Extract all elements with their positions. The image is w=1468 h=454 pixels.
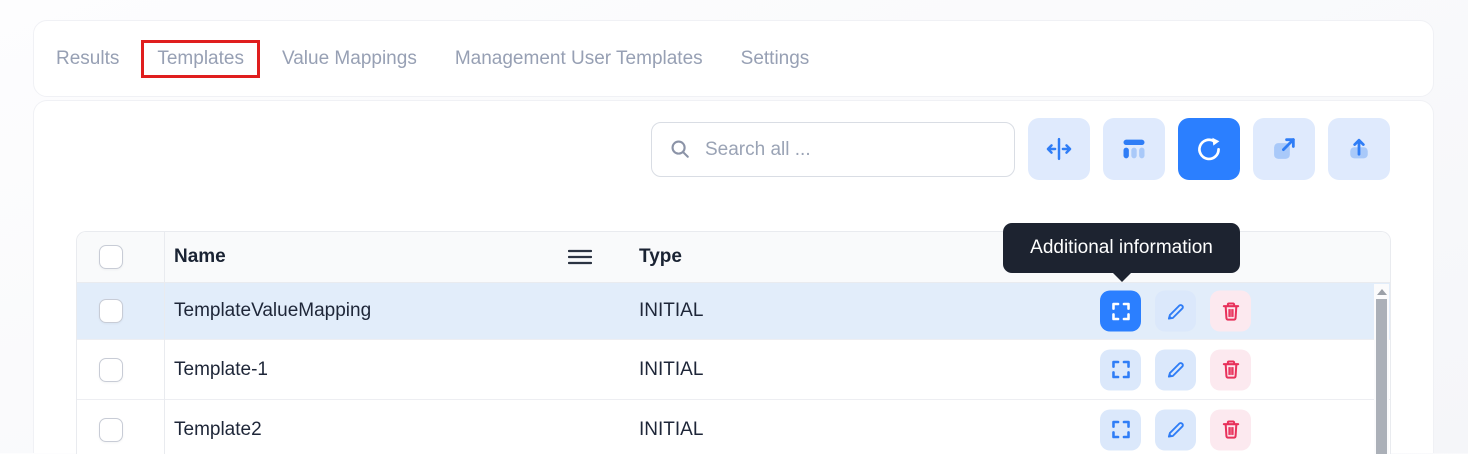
additional-info-button[interactable]	[1100, 409, 1141, 450]
annotation-box: Templates	[141, 40, 260, 78]
row-actions	[1100, 409, 1251, 450]
tab-settings[interactable]: Settings	[741, 48, 810, 70]
trash-icon	[1220, 419, 1242, 441]
row-type: INITIAL	[639, 419, 703, 441]
tooltip: Additional information	[1003, 223, 1240, 273]
trash-icon	[1220, 300, 1242, 322]
tab-bar: Results Templates Value Mappings Managem…	[34, 21, 1433, 96]
tab-value-mappings[interactable]: Value Mappings	[282, 48, 417, 70]
search-icon	[669, 138, 692, 161]
row-type: INITIAL	[639, 300, 703, 322]
search-input[interactable]	[705, 139, 997, 161]
row-checkbox[interactable]	[99, 358, 123, 382]
table-row[interactable]: Template-1 INITIAL	[77, 340, 1390, 400]
tooltip-text: Additional information	[1030, 237, 1213, 259]
fit-columns-button[interactable]	[1028, 118, 1090, 180]
row-name: TemplateValueMapping	[174, 300, 371, 322]
edit-button[interactable]	[1155, 291, 1196, 332]
refresh-button[interactable]	[1178, 118, 1240, 180]
expand-icon	[1110, 300, 1132, 322]
open-external-button[interactable]	[1253, 118, 1315, 180]
refresh-icon	[1195, 135, 1223, 163]
row-actions	[1100, 349, 1251, 390]
pencil-icon	[1165, 300, 1187, 322]
delete-button[interactable]	[1210, 409, 1251, 450]
column-header-type: Type	[639, 246, 682, 268]
table-row[interactable]: TemplateValueMapping INITIAL	[77, 283, 1390, 340]
delete-button[interactable]	[1210, 291, 1251, 332]
external-link-icon	[1270, 135, 1298, 163]
table-scrollbar[interactable]	[1374, 284, 1389, 454]
column-header-name: Name	[174, 246, 226, 268]
row-name: Template2	[174, 419, 262, 441]
content-card: Name Type TemplateValueMapping INITIAL	[33, 100, 1434, 453]
scroll-up-arrow-icon[interactable]	[1377, 289, 1387, 295]
search-box	[651, 122, 1015, 177]
expand-icon	[1110, 359, 1132, 381]
toolbar-buttons	[1028, 118, 1390, 180]
column-divider	[164, 232, 165, 454]
fit-columns-icon	[1045, 135, 1073, 163]
edit-button[interactable]	[1155, 349, 1196, 390]
columns-icon	[1120, 135, 1148, 163]
pencil-icon	[1165, 359, 1187, 381]
edit-button[interactable]	[1155, 409, 1196, 450]
trash-icon	[1220, 359, 1242, 381]
row-name: Template-1	[174, 359, 268, 381]
row-type: INITIAL	[639, 359, 703, 381]
tabs-card: Results Templates Value Mappings Managem…	[33, 20, 1434, 97]
expand-icon	[1110, 419, 1132, 441]
select-all-checkbox[interactable]	[99, 245, 123, 269]
tab-management-user-templates[interactable]: Management User Templates	[455, 48, 703, 70]
upload-button[interactable]	[1328, 118, 1390, 180]
row-checkbox[interactable]	[99, 418, 123, 442]
table-row[interactable]: Template2 INITIAL	[77, 400, 1390, 454]
pencil-icon	[1165, 419, 1187, 441]
delete-button[interactable]	[1210, 349, 1251, 390]
column-settings-button[interactable]	[1103, 118, 1165, 180]
additional-info-button[interactable]	[1100, 291, 1141, 332]
upload-icon	[1345, 135, 1373, 163]
tab-templates[interactable]: Templates	[157, 48, 244, 69]
column-menu-icon[interactable]	[568, 249, 592, 265]
row-checkbox[interactable]	[99, 299, 123, 323]
tooltip-arrow	[1113, 273, 1131, 282]
additional-info-button[interactable]	[1100, 349, 1141, 390]
scrollbar-thumb[interactable]	[1376, 299, 1387, 454]
row-actions	[1100, 291, 1251, 332]
tab-results[interactable]: Results	[56, 48, 119, 70]
